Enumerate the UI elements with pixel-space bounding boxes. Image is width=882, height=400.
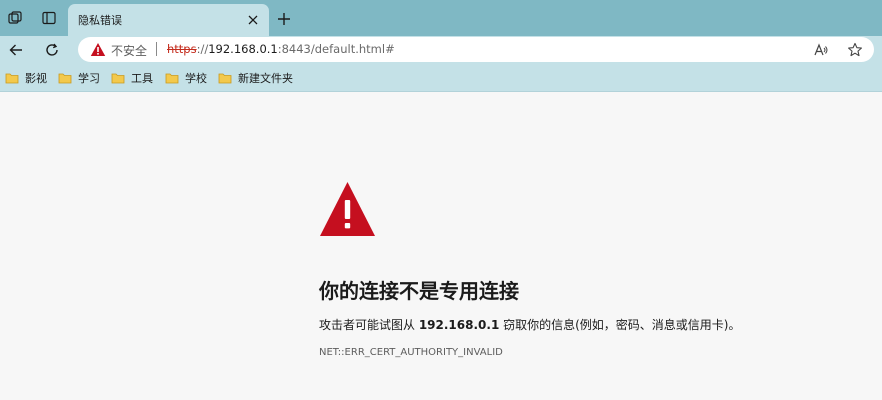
error-description: 攻击者可能试图从 192.168.0.1 窃取你的信息(例如，密码、消息或信用卡…: [319, 316, 741, 333]
error-desc-prefix: 攻击者可能试图从: [319, 318, 419, 332]
toolbar: 不安全 https://192.168.0.1:8443/default.htm…: [0, 36, 882, 64]
bookmark-folder[interactable]: 新建文件夹: [218, 70, 293, 86]
security-label[interactable]: 不安全: [111, 42, 147, 59]
url-text[interactable]: https://192.168.0.1:8443/default.html#: [167, 42, 395, 56]
bookmark-label: 工具: [131, 72, 153, 85]
plus-icon[interactable]: [274, 9, 294, 29]
error-code[interactable]: NET::ERR_CERT_AUTHORITY_INVALID: [319, 347, 503, 358]
bookmark-label: 学校: [185, 72, 207, 85]
close-icon[interactable]: [245, 12, 261, 28]
bookmarks-bar: 影视 学习 工具 学校 新建文件夹: [0, 64, 882, 92]
back-arrow-icon[interactable]: [5, 39, 27, 61]
tab-strip: 隐私错误: [0, 0, 882, 36]
workspaces-icon[interactable]: [5, 8, 25, 28]
folder-icon: [111, 73, 125, 84]
bookmark-label: 学习: [78, 72, 100, 85]
error-desc-suffix: 窃取你的信息(例如，密码、消息或信用卡)。: [499, 318, 741, 332]
folder-icon: [5, 73, 19, 84]
read-aloud-icon[interactable]: [811, 40, 831, 60]
error-desc-host: 192.168.0.1: [418, 318, 500, 332]
url-path: :8443/default.html#: [277, 42, 395, 56]
folder-icon: [218, 73, 232, 84]
divider: [156, 42, 157, 56]
bookmark-folder[interactable]: 学习: [58, 70, 100, 86]
bookmark-label: 影视: [25, 72, 47, 85]
bookmark-folder[interactable]: 影视: [5, 70, 47, 86]
refresh-icon[interactable]: [41, 39, 63, 61]
warning-triangle-icon[interactable]: [90, 42, 106, 57]
bookmark-label: 新建文件夹: [238, 72, 293, 85]
url-separator: ://: [196, 42, 209, 56]
error-title: 你的连接不是专用连接: [319, 279, 519, 303]
bookmark-folder[interactable]: 学校: [165, 70, 207, 86]
tab-title: 隐私错误: [78, 14, 122, 27]
star-icon[interactable]: [845, 40, 865, 60]
url-host: 192.168.0.1: [208, 42, 278, 56]
address-bar[interactable]: 不安全 https://192.168.0.1:8443/default.htm…: [78, 37, 874, 62]
bookmark-folder[interactable]: 工具: [111, 70, 153, 86]
folder-icon: [165, 73, 179, 84]
url-scheme: https: [167, 42, 197, 56]
folder-icon: [58, 73, 72, 84]
tab-privacy-error[interactable]: 隐私错误: [68, 4, 269, 36]
tab-actions-icon[interactable]: [39, 8, 59, 28]
warning-triangle-icon: [320, 182, 375, 236]
